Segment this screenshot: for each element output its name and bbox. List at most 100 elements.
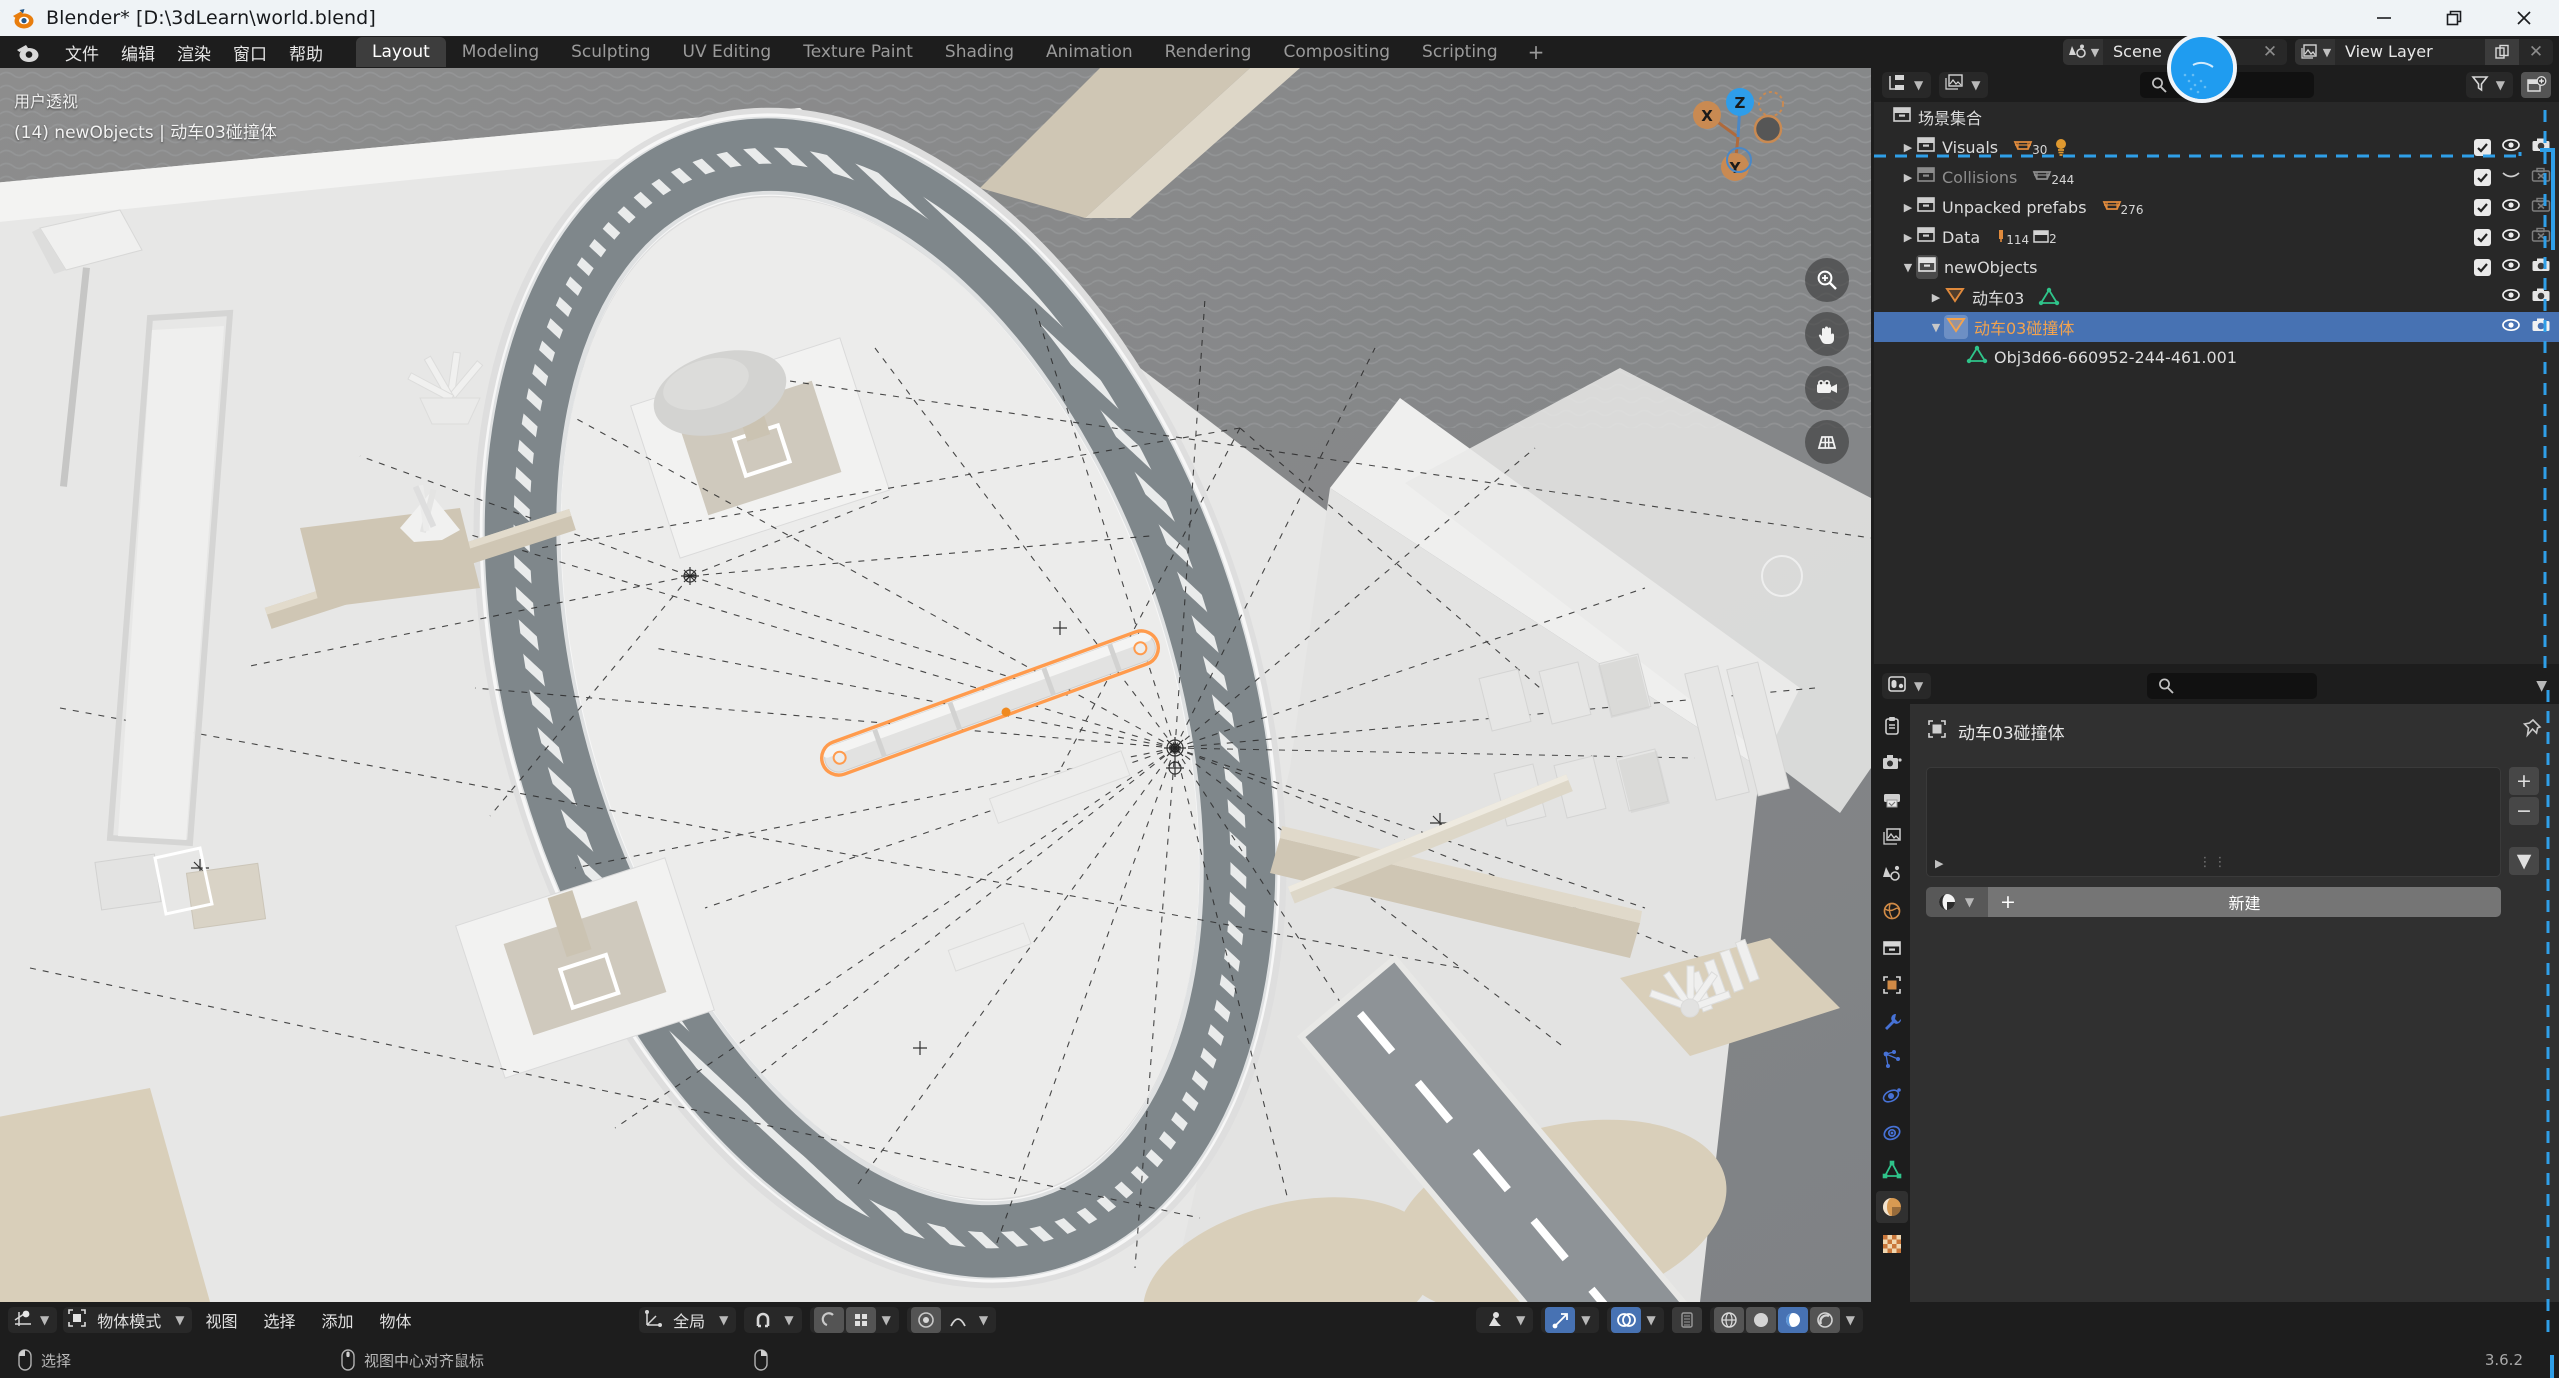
magnet-icon[interactable] [748,1307,778,1333]
properties-tab-material[interactable] [1876,1191,1908,1223]
properties-tab-data[interactable] [1876,1154,1908,1186]
properties-tab-strip[interactable] [1874,704,1910,1302]
exclude-checkbox-data[interactable] [2474,228,2491,246]
tab-shading[interactable]: Shading [929,37,1030,67]
outliner-row-newobjects[interactable]: ▼ newObjects [1874,252,2559,282]
outliner-row-scene-collection[interactable]: 场景集合 [1874,102,2559,132]
outliner-tree[interactable]: 场景集合 ▶ Visuals 30 ▶ Collisions 244 ▶ Unp… [1874,102,2559,664]
falloff-curve-icon[interactable] [943,1307,973,1333]
new-collection-icon[interactable] [2521,72,2551,98]
transform-orientation-selector[interactable]: 全局 ▼ [639,1307,737,1333]
viewport-menu-select[interactable]: 选择 [251,1304,309,1336]
solid-shading-icon[interactable] [1745,1307,1776,1333]
material-slot-list[interactable]: ▶ ⋮⋮ [1926,767,2501,877]
exclude-checkbox-visuals[interactable] [2474,138,2491,156]
properties-editor[interactable]: ▼ ▼ 动车03碰撞体 ▶ ⋮⋮ + − ▼ ▼ + 新建 [1874,668,2559,1302]
orbit-gizmo-ring[interactable] [1761,555,1803,597]
disable-in-renders-camera-icon[interactable] [2531,137,2551,157]
interaction-mode-selector[interactable]: 物体模式 ▼ [63,1307,193,1333]
tab-texture-paint[interactable]: Texture Paint [787,37,929,67]
add-workspace-button[interactable]: + [1514,38,1559,66]
wireframe-shading-icon[interactable] [1713,1307,1744,1333]
outliner-view-layer-selector[interactable]: ▼ [1939,72,1989,98]
properties-tab-render[interactable] [1876,747,1908,779]
material-slot-resize-grip[interactable]: ⋮⋮ [2199,855,2229,870]
editor-type-selector[interactable]: ▼ [8,1307,58,1333]
disable-in-renders-camera-icon[interactable] [2531,287,2551,307]
disclosure-triangle-expanded-icon[interactable]: ▼ [1928,321,1944,334]
hide-in-viewport-eye-icon[interactable] [2501,317,2521,337]
exclude-checkbox-unpacked-prefabs[interactable] [2474,198,2491,216]
outliner-row-visuals[interactable]: ▶ Visuals 30 [1874,132,2559,162]
exclude-checkbox-collisions[interactable] [2474,168,2491,186]
overlays-icon[interactable] [1610,1307,1641,1333]
falloff-controls[interactable]: ▼ [906,1307,997,1333]
outliner-row-object-dongche03-collider[interactable]: ▼ 动车03碰撞体 [1874,312,2559,342]
disable-in-renders-camera-off-icon[interactable] [2531,167,2551,187]
disable-in-renders-camera-off-icon[interactable] [2531,197,2551,217]
outliner-display-mode-selector[interactable]: ▼ [1882,72,1932,98]
browse-material-button[interactable]: ▼ [1926,887,1988,917]
disclosure-triangle-expanded-icon[interactable]: ▼ [1900,261,1916,274]
disable-in-renders-camera-icon[interactable] [2531,257,2551,277]
properties-editor-type-selector[interactable]: ▼ [1882,673,1932,699]
tab-sculpting[interactable]: Sculpting [555,37,666,67]
proportional-falloff-sphere-icon[interactable] [910,1307,941,1333]
remove-material-slot-button[interactable]: − [2509,797,2539,825]
navigation-gizmo[interactable]: Z X Y [1683,82,1793,192]
view-layer-selector[interactable]: ▼ View Layer ✕ [2295,39,2553,65]
close-icon[interactable] [2489,0,2559,36]
object-types-visibility-selector[interactable]: ▼ [1476,1307,1534,1333]
tab-uv-editing[interactable]: UV Editing [667,37,788,67]
disclosure-triangle-collapsed-icon[interactable]: ▶ [1928,291,1944,304]
disclosure-triangle-collapsed-icon[interactable]: ▶ [1900,231,1916,244]
outliner-row-mesh-data[interactable]: Obj3d66-660952-244-461.001 [1874,342,2559,372]
snap-increment-icon[interactable] [845,1307,876,1333]
exclude-checkbox-newobjects[interactable] [2474,258,2491,276]
hide-in-viewport-eye-closed-icon[interactable] [2501,167,2521,187]
add-material-slot-button[interactable]: + [2509,767,2539,795]
3d-viewport[interactable]: 用户透视 (14) newObjects | 动车03碰撞体 Z X Y [0,68,1871,1302]
hide-in-viewport-eye-icon[interactable] [2501,137,2521,157]
menu-window[interactable]: 窗口 [222,36,278,69]
properties-tab-object[interactable] [1876,969,1908,1001]
menu-edit[interactable]: 编辑 [110,36,166,69]
properties-tab-world[interactable] [1876,895,1908,927]
disable-in-renders-camera-off-icon[interactable] [2531,227,2551,247]
disclosure-triangle-collapsed-icon[interactable]: ▶ [1900,171,1916,184]
properties-options-chevron-down-icon[interactable]: ▼ [2532,678,2551,694]
disclosure-triangle-collapsed-icon[interactable]: ▶ [1900,141,1916,154]
pin-icon[interactable] [2521,718,2543,745]
hide-in-viewport-eye-icon[interactable] [2501,257,2521,277]
rendered-shading-icon[interactable] [1809,1307,1840,1333]
camera-view-icon[interactable] [1805,366,1849,410]
proportional-editing-controls[interactable]: ▼ [809,1307,899,1333]
minimize-icon[interactable] [2349,0,2419,36]
material-preview-shading-icon[interactable] [1777,1307,1808,1333]
viewport-menu-add[interactable]: 添加 [309,1304,367,1336]
menu-file[interactable]: 文件 [54,36,110,69]
outliner-editor[interactable]: ▼ ▼ ▼ 场景集合 ▶ Visuals 30 ▶ Collisions 244… [1874,68,2559,664]
view-layer-unlink-x-icon[interactable]: ✕ [2519,39,2553,65]
disable-in-renders-camera-icon[interactable] [2531,317,2551,337]
hide-in-viewport-eye-icon[interactable] [2501,287,2521,307]
viewport-menu-view[interactable]: 视图 [192,1304,250,1336]
gizmo-icon[interactable] [1545,1307,1576,1333]
outliner-row-collisions[interactable]: ▶ Collisions 244 [1874,162,2559,192]
outliner-row-object-dongche03[interactable]: ▶ 动车03 [1874,282,2559,312]
properties-tab-collection[interactable] [1876,932,1908,964]
hide-in-viewport-eye-icon[interactable] [2501,227,2521,247]
zoom-icon[interactable] [1805,258,1849,302]
menu-render[interactable]: 渲染 [166,36,222,69]
properties-tab-texture[interactable] [1876,1228,1908,1260]
tab-animation[interactable]: Animation [1030,37,1149,67]
properties-tab-particles[interactable] [1876,1043,1908,1075]
overlays-controls[interactable]: ▼ [1606,1307,1664,1333]
outliner-row-data[interactable]: ▶ Data 114 2 [1874,222,2559,252]
restore-icon[interactable] [2419,0,2489,36]
menu-help[interactable]: 帮助 [278,36,334,69]
tab-layout[interactable]: Layout [356,37,446,67]
hide-in-viewport-eye-icon[interactable] [2501,197,2521,217]
tab-modeling[interactable]: Modeling [446,37,555,67]
viewport-menu-object[interactable]: 物体 [367,1304,425,1336]
